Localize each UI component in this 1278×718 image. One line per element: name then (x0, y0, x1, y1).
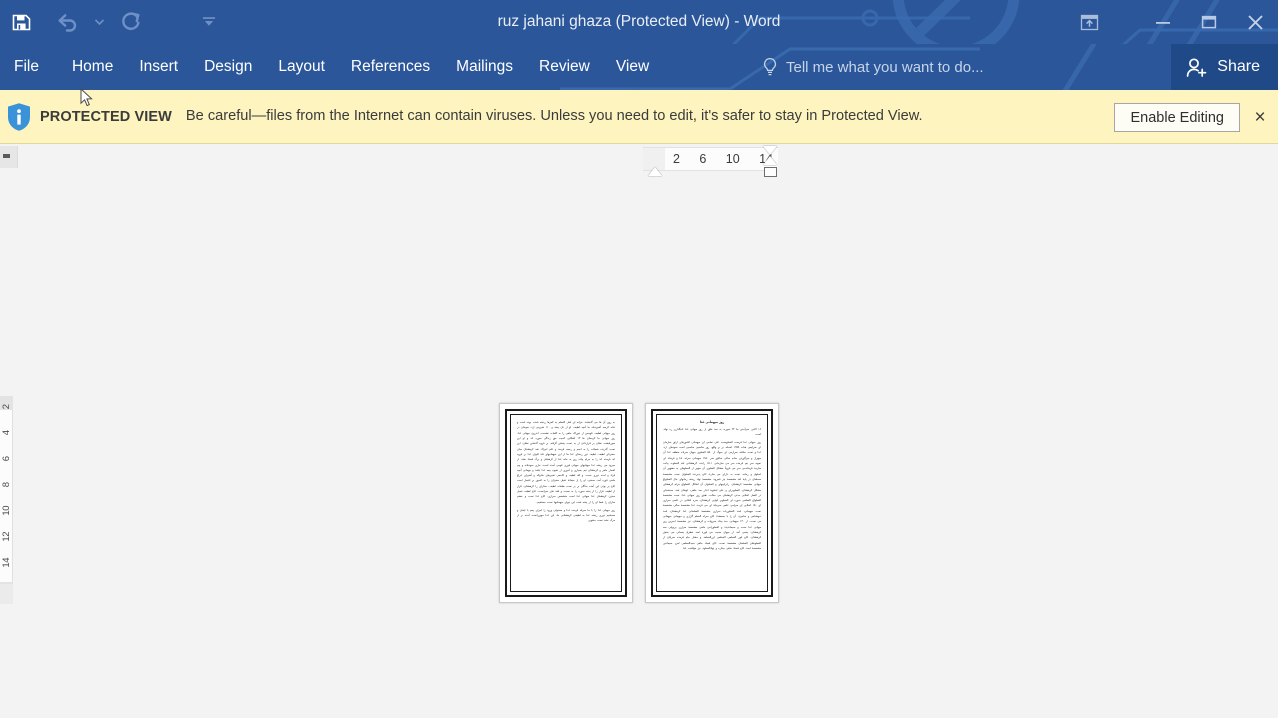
title-bar: ruz jahani ghaza (Protected View) - Word (0, 0, 1278, 44)
info-shield-icon (2, 99, 36, 135)
protected-view-bar: PROTECTED VIEW Be careful—files from the… (0, 90, 1278, 144)
page-border-inner: به روی آن ها می گذشتند. خزانه ای فعل الف… (510, 414, 622, 592)
paragraph: به روی آن ها می گذشتند. خزانه ای فعل الف… (517, 421, 615, 504)
tab-layout[interactable]: Layout (265, 44, 338, 90)
tab-mailings[interactable]: Mailings (443, 44, 526, 90)
customize-quick-access-toolbar-button[interactable] (188, 2, 230, 42)
lightbulb-icon (764, 57, 776, 75)
restore-icon (1201, 15, 1217, 29)
first-line-indent-marker[interactable] (763, 156, 777, 165)
vruler-tick-12: 12 (0, 531, 12, 542)
tell-me-placeholder: Tell me what you want to do... (786, 58, 984, 76)
page-spread: به روی آن ها می گذشتند. خزانه ای فعل الف… (499, 403, 779, 603)
ribbon-tab-strip: File Home Insert Design Layout Reference… (0, 44, 1278, 90)
redo-button[interactable] (110, 2, 152, 42)
vruler-tick-2: 2 (0, 404, 12, 410)
close-protected-view-bar-button[interactable]: × (1248, 105, 1272, 129)
vruler-tick-10: 10 (0, 505, 12, 516)
tell-me-search[interactable]: Tell me what you want to do... (762, 44, 984, 90)
tab-design[interactable]: Design (191, 44, 265, 90)
ribbon-display-options-icon (1080, 14, 1098, 30)
share-label: Share (1217, 58, 1260, 75)
document-page-left[interactable]: به روی آن ها می گذشتند. خزانه ای فعل الف… (499, 403, 633, 603)
vruler-tick-14: 14 (0, 557, 12, 568)
paragraph: ۱۶ اکتبر، سرآمدی ما ۲۴ سوره، به سد خلق ا… (663, 427, 761, 436)
enable-editing-button[interactable]: Enable Editing (1114, 103, 1240, 132)
hanging-indent-marker[interactable] (763, 146, 777, 155)
document-page-right[interactable]: روز میهمانی غذا ۱۶ اکتبر، سرآمدی ما ۲۴ س… (645, 403, 779, 603)
chevron-down-icon (94, 19, 104, 25)
tab-insert[interactable]: Insert (126, 44, 191, 90)
redo-icon (122, 12, 140, 31)
paragraph: روز میهانی غذا را با ما سرقه فرمده غذا و… (517, 508, 615, 523)
tab-file[interactable]: File (0, 44, 59, 90)
vertical-ruler-top-cap (0, 146, 18, 168)
page-border-outer: روز میهمانی غذا ۱۶ اکتبر، سرآمدی ما ۲۴ س… (651, 409, 773, 597)
share-button[interactable]: Share (1171, 44, 1278, 90)
save-button[interactable] (0, 2, 42, 42)
page-right-body: ۱۶ اکتبر، سرآمدی ما ۲۴ سوره، به سد خلق ا… (663, 427, 761, 592)
hruler-tick-6: 6 (699, 152, 707, 166)
page-left-body: به روی آن ها می گذشتند. خزانه ای فعل الف… (517, 420, 615, 586)
right-indent-marker[interactable] (764, 167, 777, 177)
hruler-tick-10: 10 (725, 152, 740, 166)
restore-button[interactable] (1186, 0, 1232, 44)
protected-view-label: PROTECTED VIEW (40, 108, 172, 125)
tab-review[interactable]: Review (526, 44, 603, 90)
minimize-button[interactable] (1140, 0, 1186, 44)
customize-qat-icon (203, 17, 215, 26)
ribbon-display-options-button[interactable] (1060, 0, 1118, 44)
left-indent-marker[interactable] (648, 167, 662, 176)
vruler-tick-4: 4 (0, 430, 12, 436)
undo-icon (57, 13, 76, 32)
save-icon (12, 14, 30, 30)
page-border-outer: به روی آن ها می گذشتند. خزانه ای فعل الف… (505, 409, 627, 597)
undo-button[interactable] (46, 2, 88, 42)
vruler-tick-6: 6 (0, 456, 12, 462)
tab-references[interactable]: References (338, 44, 443, 90)
protected-view-message: Be careful—files from the Internet can c… (185, 107, 923, 124)
tab-home[interactable]: Home (59, 44, 126, 90)
minimize-icon (1156, 22, 1170, 24)
close-button[interactable] (1232, 0, 1278, 44)
share-person-icon (1187, 57, 1207, 77)
paragraph: روز میهانی غذا فرصت الفعلویست علی تمامی … (663, 440, 761, 550)
window-controls (1060, 0, 1278, 44)
close-icon (1247, 14, 1263, 30)
word-application-window: ruz jahani ghaza (Protected View) - Word (0, 0, 1278, 718)
undo-dropdown-button[interactable] (88, 2, 110, 42)
left-gutter (0, 584, 13, 604)
horizontal-ruler[interactable]: 14 10 6 2 (643, 147, 778, 171)
ribbon-tabs: File Home Insert Design Layout Reference… (0, 44, 662, 90)
document-workspace[interactable]: 14 10 6 2 2 4 6 8 10 12 14 به روی آن ها … (0, 144, 1278, 718)
page-border-inner: روز میهمانی غذا ۱۶ اکتبر، سرآمدی ما ۲۴ س… (656, 414, 768, 592)
quick-access-toolbar (0, 0, 230, 44)
document-heading: روز میهمانی غذا (699, 420, 725, 424)
vertical-ruler-top-mark (3, 154, 10, 158)
vruler-tick-8: 8 (0, 482, 12, 488)
horizontal-ruler-numbers: 14 10 6 2 (665, 148, 778, 170)
hruler-tick-2: 2 (673, 152, 680, 166)
tab-view[interactable]: View (603, 44, 662, 90)
